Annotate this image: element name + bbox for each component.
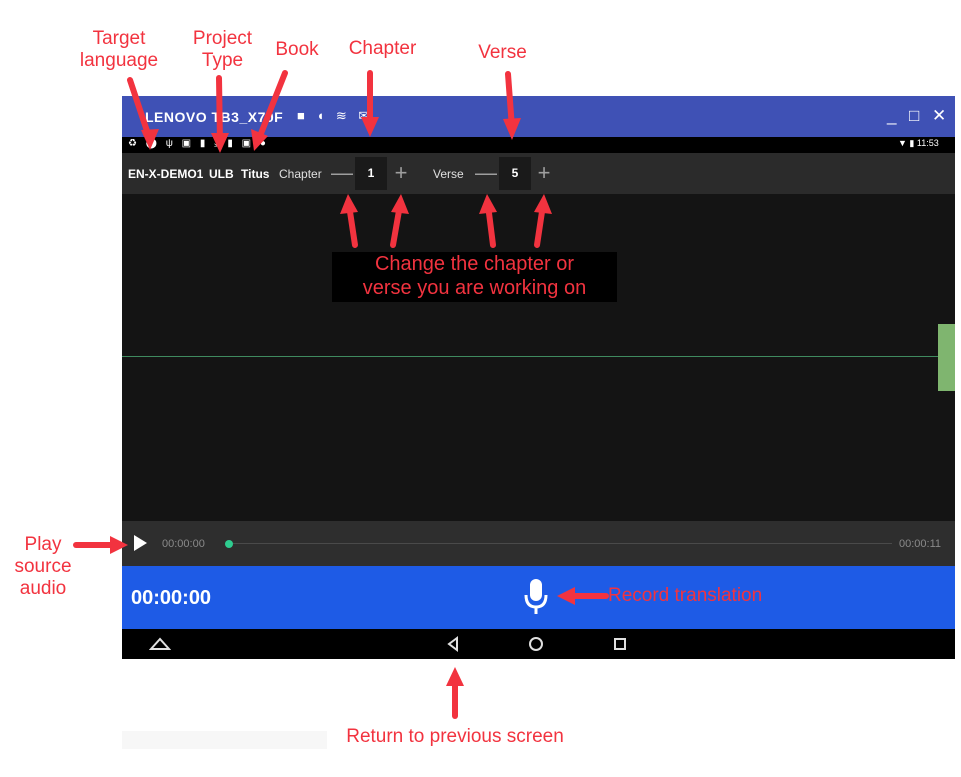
record-elapsed-time: 00:00:00 <box>131 587 212 609</box>
waveform-centerline <box>122 356 940 357</box>
footer-strip <box>122 731 327 749</box>
chapter-increment-button[interactable]: + <box>390 161 412 185</box>
minimize-button[interactable]: _ <box>887 106 896 126</box>
annotation-chapter: Chapter <box>348 38 417 59</box>
annotation-play-source: Play source audio <box>14 534 72 599</box>
annotation-project-type: Project Type <box>192 28 253 71</box>
chapter-decrement-button[interactable]: — <box>331 161 353 185</box>
play-icon[interactable] <box>134 535 147 551</box>
microphone-icon[interactable] <box>523 578 549 616</box>
window-title: LENOVO TB3_X70F <box>145 109 284 125</box>
home-icon[interactable] <box>149 636 171 652</box>
target-language-label: EN-X-DEMO1 <box>128 167 204 181</box>
annotation-record-translation: Record translation <box>608 585 763 606</box>
chapter-label: Chapter <box>279 167 322 181</box>
waveform-area[interactable] <box>122 194 955 521</box>
playback-total-time: 00:00:11 <box>899 538 942 550</box>
circle-home-icon[interactable] <box>528 636 544 652</box>
titlebar-icons: ■ ◖ ≋ ✉ <box>297 108 374 123</box>
verse-decrement-button[interactable]: — <box>475 161 497 185</box>
status-clock: 11:53 <box>916 138 939 148</box>
playback-progress-handle[interactable] <box>225 540 233 548</box>
chapter-value: 1 <box>355 157 387 190</box>
maximize-button[interactable]: □ <box>909 106 919 126</box>
annotation-change-hint: Change the chapter or verse you are work… <box>332 252 617 302</box>
recents-icon[interactable] <box>612 636 628 652</box>
project-type-label: ULB <box>209 167 234 181</box>
waveform-marker-handle[interactable] <box>938 324 955 391</box>
status-signal-battery: ▼ ▮ 11:53 <box>898 138 939 149</box>
annotation-return-previous: Return to previous screen <box>346 726 564 747</box>
book-label: Titus <box>241 167 270 181</box>
verse-increment-button[interactable]: + <box>533 161 555 185</box>
verse-value: 5 <box>499 157 531 190</box>
playback-current-time: 00:00:00 <box>162 538 205 550</box>
status-icons: ♻ ⬤ ψ ▣ ▮ ⤓ ▮ ▣ ● <box>128 138 269 149</box>
back-icon[interactable] <box>445 636 461 652</box>
verse-label: Verse <box>433 167 464 181</box>
annotation-verse: Verse <box>478 42 527 63</box>
annotation-book: Book <box>275 39 319 60</box>
close-button[interactable]: ✕ <box>932 106 946 126</box>
signal-battery-icon: ▼ ▮ <box>898 138 915 148</box>
annotation-target-language: Target language <box>79 28 159 71</box>
playback-progress-track[interactable] <box>232 543 892 544</box>
